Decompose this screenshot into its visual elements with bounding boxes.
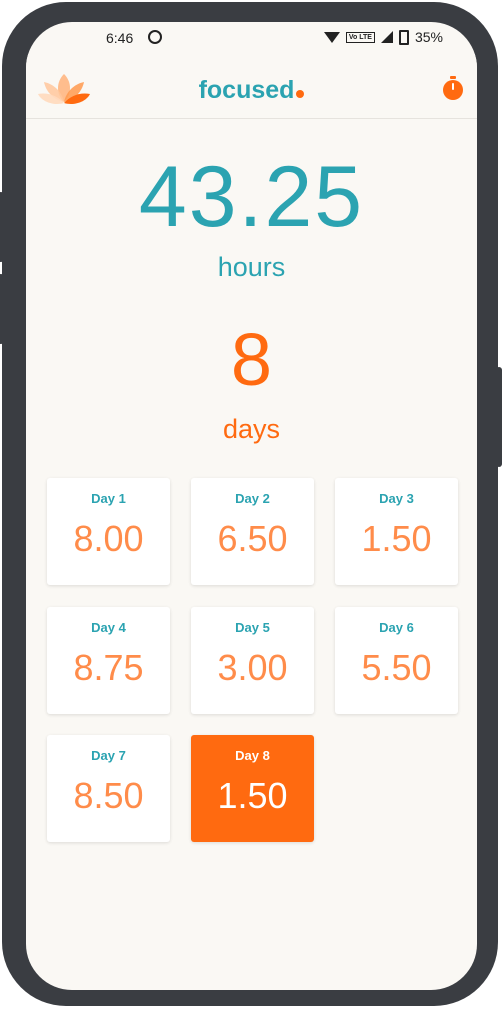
app-bar: focused — [26, 54, 477, 119]
day-card-label: Day 1 — [91, 491, 126, 506]
total-days-label: days — [222, 414, 281, 444]
day-card-hours: 5.50 — [361, 647, 432, 688]
status-time: 6:46 — [106, 30, 134, 46]
day-card-8-selected[interactable]: Day 8 1.50 — [191, 735, 314, 842]
volume-button — [0, 192, 4, 262]
day-card-4[interactable]: Day 4 8.75 — [47, 607, 170, 714]
day-card-hours: 1.50 — [361, 518, 432, 559]
day-card-hours: 8.75 — [73, 647, 144, 688]
day-card-3[interactable]: Day 3 1.50 — [335, 478, 458, 585]
notification-icon — [148, 30, 162, 44]
app-title-text: focused — [198, 76, 295, 104]
day-card-label: Day 8 — [235, 748, 270, 763]
app-screen: 6:46 Vo LTE 35% focused 43.25 hours 8 da… — [26, 22, 477, 990]
power-button — [496, 367, 502, 467]
day-card-label: Day 6 — [379, 620, 414, 635]
day-card-7[interactable]: Day 7 8.50 — [47, 735, 170, 842]
day-card-label: Day 7 — [91, 748, 126, 763]
day-card-2[interactable]: Day 2 6.50 — [191, 478, 314, 585]
signal-icon — [380, 31, 393, 43]
status-indicators: Vo LTE 35% — [323, 29, 443, 45]
day-card-1[interactable]: Day 1 8.00 — [47, 478, 170, 585]
total-hours-label: hours — [217, 252, 286, 282]
day-card-hours: 8.50 — [73, 775, 144, 816]
app-title: focused — [26, 76, 477, 105]
day-card-6[interactable]: Day 6 5.50 — [335, 607, 458, 714]
volume-button-lower — [0, 274, 4, 344]
phone-frame: 6:46 Vo LTE 35% focused 43.25 hours 8 da… — [0, 2, 502, 1006]
title-dot — [296, 90, 305, 98]
stopwatch-icon[interactable] — [441, 76, 465, 107]
day-card-label: Day 4 — [91, 620, 126, 635]
day-card-label: Day 3 — [379, 491, 414, 506]
total-hours-value: 43.25 — [138, 149, 365, 245]
day-card-hours: 6.50 — [217, 518, 288, 559]
day-card-hours: 8.00 — [73, 518, 144, 559]
lte-icon: Vo LTE — [345, 31, 375, 43]
day-card-hours: 1.50 — [217, 775, 288, 816]
day-card-label: Day 2 — [235, 491, 270, 506]
day-card-hours: 3.00 — [217, 647, 288, 688]
wifi-icon — [323, 31, 340, 43]
total-days-value: 8 — [230, 318, 273, 401]
day-card-label: Day 5 — [235, 620, 270, 635]
battery-percent: 35% — [414, 29, 443, 45]
status-bar: 6:46 Vo LTE 35% — [26, 22, 477, 54]
battery-icon — [398, 29, 409, 45]
day-card-5[interactable]: Day 5 3.00 — [191, 607, 314, 714]
